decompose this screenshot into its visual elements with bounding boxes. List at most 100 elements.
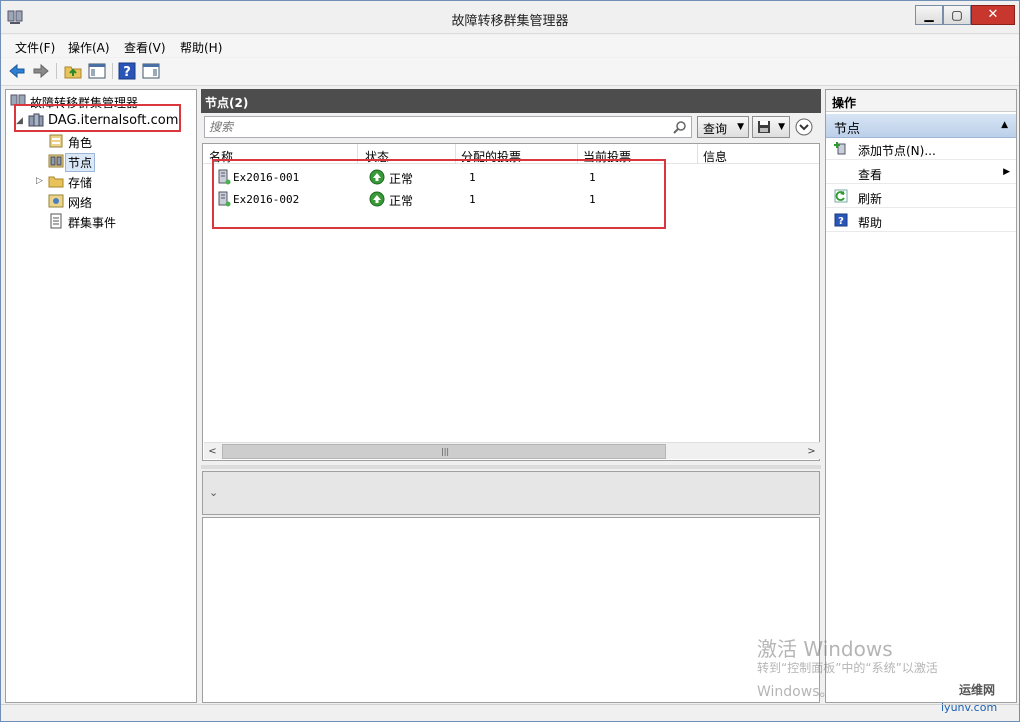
- refresh-icon: [834, 189, 848, 203]
- table-row[interactable]: Ex2016-001 正常 1 1: [203, 166, 819, 188]
- dropdown-arrow-icon: ▼: [737, 122, 744, 132]
- status-bar: [1, 704, 1019, 721]
- toolbar-separator: [56, 63, 57, 79]
- toolbar: ?: [1, 58, 1019, 86]
- maximize-icon: ▢: [951, 8, 963, 22]
- server-node-icon: [218, 191, 231, 207]
- collapse-arrow-icon: ▲: [1001, 120, 1008, 130]
- column-divider[interactable]: [577, 144, 578, 164]
- node-current-vote: 1: [589, 193, 596, 206]
- section-title: 节点: [834, 122, 861, 137]
- dropdown-arrow-icon: ▼: [778, 122, 785, 132]
- events-log-icon: [50, 213, 62, 229]
- add-node-icon: [834, 142, 846, 155]
- column-info[interactable]: 信息: [703, 148, 727, 165]
- menu-action[interactable]: 操作(A): [68, 39, 110, 56]
- column-name[interactable]: 名称: [209, 148, 233, 165]
- help-icon: ?: [834, 213, 848, 227]
- up-folder-icon[interactable]: [63, 61, 83, 81]
- actions-pane: 操作 节点 ▲ 添加节点(N)... 查看 ▶ 刷新 ? 帮助: [825, 89, 1017, 703]
- app-window: 故障转移群集管理器 ▁ ▢ ✕ 文件(F) 操作(A) 查看(V) 帮助(H): [0, 0, 1020, 722]
- pane-splitter[interactable]: [201, 465, 821, 469]
- node-name: Ex2016-002: [233, 193, 300, 206]
- nodes-icon: [48, 154, 64, 168]
- activation-watermark-title: 激活 Windows: [757, 637, 893, 661]
- svg-text:?: ?: [123, 65, 131, 80]
- minimize-button[interactable]: ▁: [915, 5, 943, 25]
- actions-section-nodes[interactable]: 节点 ▲: [826, 114, 1016, 138]
- collapse-triangle-icon[interactable]: ◢: [16, 116, 23, 126]
- back-arrow-icon[interactable]: [7, 61, 27, 81]
- action-add-node[interactable]: 添加节点(N)...: [826, 138, 1016, 160]
- tree-nodes-label: 节点: [64, 153, 96, 172]
- save-icon: [758, 121, 770, 133]
- show-hide-tree-icon[interactable]: [87, 61, 107, 81]
- tree-root-label: 故障转移群集管理器: [30, 96, 139, 110]
- action-label: 帮助: [858, 216, 883, 230]
- menu-file[interactable]: 文件(F): [15, 39, 55, 56]
- close-button[interactable]: ✕: [971, 5, 1015, 25]
- nodes-header-title: 节点(2): [205, 96, 249, 110]
- center-pane: 节点(2) 查询 ▼ ▼: [201, 89, 821, 703]
- minimize-icon: ▁: [924, 8, 934, 22]
- collapse-chevron-icon[interactable]: [795, 118, 813, 136]
- node-current-vote: 1: [589, 171, 596, 184]
- tree-networks-label: 网络: [68, 196, 93, 210]
- action-help[interactable]: ? 帮助: [826, 210, 1016, 232]
- activation-watermark-text2: Windows。: [757, 684, 834, 700]
- search-box[interactable]: [204, 116, 692, 138]
- expand-triangle-icon[interactable]: ▷: [36, 176, 43, 186]
- search-row: 查询 ▼ ▼: [201, 115, 821, 139]
- node-status: 正常: [389, 194, 414, 208]
- search-input[interactable]: [207, 118, 667, 136]
- node-name: Ex2016-001: [233, 171, 300, 184]
- scroll-left-icon[interactable]: <: [204, 443, 221, 460]
- menu-help[interactable]: 帮助(H): [180, 39, 222, 56]
- roles-icon: [49, 134, 63, 148]
- actions-title: 操作: [832, 96, 857, 110]
- node-assigned-vote: 1: [469, 193, 476, 206]
- column-current-vote[interactable]: 当前投票: [583, 148, 631, 165]
- actions-header: 操作: [826, 90, 1016, 112]
- network-icon: [48, 194, 64, 208]
- detail-pane: ⌄: [202, 471, 820, 515]
- query-button[interactable]: 查询 ▼: [697, 116, 749, 138]
- action-refresh[interactable]: 刷新: [826, 186, 1016, 208]
- column-divider[interactable]: [697, 144, 698, 164]
- status-up-icon: [369, 191, 385, 207]
- activation-watermark-text: 转到“控制面板”中的“系统”以激活: [757, 661, 938, 675]
- cluster-manager-icon: [10, 94, 26, 106]
- query-label: 查询: [703, 122, 728, 136]
- site-logo-text: 运维网: [959, 683, 996, 697]
- search-icon[interactable]: [673, 120, 687, 134]
- window-title: 故障转移群集管理器: [451, 14, 569, 29]
- action-view[interactable]: 查看 ▶: [826, 162, 1016, 184]
- horizontal-scrollbar[interactable]: < ||| >: [204, 442, 820, 459]
- scroll-right-icon[interactable]: >: [803, 443, 820, 460]
- column-divider[interactable]: [455, 144, 456, 164]
- maximize-button[interactable]: ▢: [943, 5, 971, 25]
- scrollbar-thumb[interactable]: |||: [222, 444, 666, 459]
- save-query-button[interactable]: ▼: [752, 116, 790, 138]
- action-label: 查看: [858, 168, 883, 182]
- node-status: 正常: [389, 172, 414, 186]
- forward-arrow-icon[interactable]: [31, 61, 51, 81]
- column-assigned-vote[interactable]: 分配的投票: [461, 148, 521, 165]
- cluster-icon: [28, 113, 44, 127]
- close-icon: ✕: [987, 7, 999, 22]
- submenu-arrow-icon: ▶: [1003, 167, 1010, 177]
- help-icon[interactable]: ?: [117, 61, 137, 81]
- column-status[interactable]: 状态: [365, 148, 389, 165]
- expand-chevron-icon[interactable]: ⌄: [209, 486, 218, 499]
- svg-text:?: ?: [838, 216, 844, 227]
- detail-content: [202, 517, 820, 703]
- menu-view[interactable]: 查看(V): [124, 39, 166, 56]
- nodes-header: 节点(2): [201, 89, 821, 113]
- tree-cluster-label: DAG.iternalsoft.com: [48, 113, 179, 128]
- toolbar-separator: [112, 63, 113, 79]
- action-label: 添加节点(N)...: [858, 144, 936, 158]
- show-hide-action-pane-icon[interactable]: [141, 61, 161, 81]
- column-divider[interactable]: [357, 144, 358, 164]
- table-row[interactable]: Ex2016-002 正常 1 1: [203, 188, 819, 210]
- node-assigned-vote: 1: [469, 171, 476, 184]
